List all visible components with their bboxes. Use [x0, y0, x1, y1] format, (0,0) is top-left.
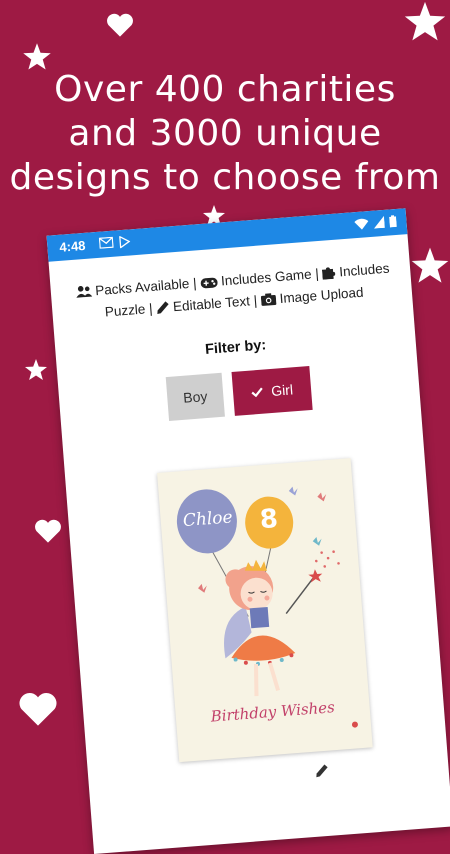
star-icon: [411, 247, 449, 283]
signal-icon: [373, 215, 385, 229]
card-name-balloon: Chloe: [182, 507, 234, 532]
editable-text-label: Editable Text: [172, 293, 251, 315]
separator: |: [253, 292, 258, 309]
mail-icon: [98, 236, 114, 249]
card-preview[interactable]: Chloe 8 Birthday Wishes: [157, 458, 373, 763]
battery-icon: [389, 215, 397, 228]
filter-girl-button[interactable]: Girl: [231, 366, 313, 416]
separator: |: [148, 300, 154, 317]
heart-icon: [35, 519, 61, 543]
pencil-icon: [157, 301, 169, 315]
filter-boy-button[interactable]: Boy: [165, 372, 225, 421]
packs-available-label: Packs Available: [94, 276, 190, 299]
filter-girl-label: Girl: [270, 381, 294, 400]
headline-line-2: and 3000 unique: [68, 113, 382, 154]
headline-line-1: Over 400 charities: [54, 69, 396, 110]
puzzle-icon: [322, 267, 336, 280]
gamepad-icon: [200, 277, 218, 289]
separator: |: [314, 266, 320, 282]
headline: Over 400 charities and 3000 unique desig…: [0, 68, 450, 200]
checkmark-icon: [251, 387, 263, 398]
filter-boy-label: Boy: [182, 387, 208, 406]
headline-line-3: designs to choose from: [9, 157, 441, 198]
users-icon: [75, 286, 92, 298]
camera-icon: [260, 293, 277, 306]
card-age-balloon: 8: [258, 503, 280, 536]
wifi-icon: [354, 218, 369, 230]
phone-screen: 4:48 Packs Available | Includes Game | I…: [46, 208, 450, 854]
play-store-icon: [119, 235, 131, 249]
star-icon: [404, 1, 446, 41]
status-time: 4:48: [58, 237, 86, 255]
heart-icon: [107, 13, 133, 37]
edit-pencil-icon[interactable]: [315, 764, 329, 778]
separator: |: [192, 275, 198, 291]
features-legend: Packs Available | Includes Game | Includ…: [68, 257, 398, 326]
image-upload-label: Image Upload: [279, 284, 365, 307]
filter-group: Boy Girl: [58, 358, 420, 429]
includes-game-label: Includes Game: [220, 266, 313, 289]
status-bar: 4:48: [46, 208, 408, 262]
star-icon: [25, 359, 47, 380]
heart-icon: [19, 692, 57, 726]
